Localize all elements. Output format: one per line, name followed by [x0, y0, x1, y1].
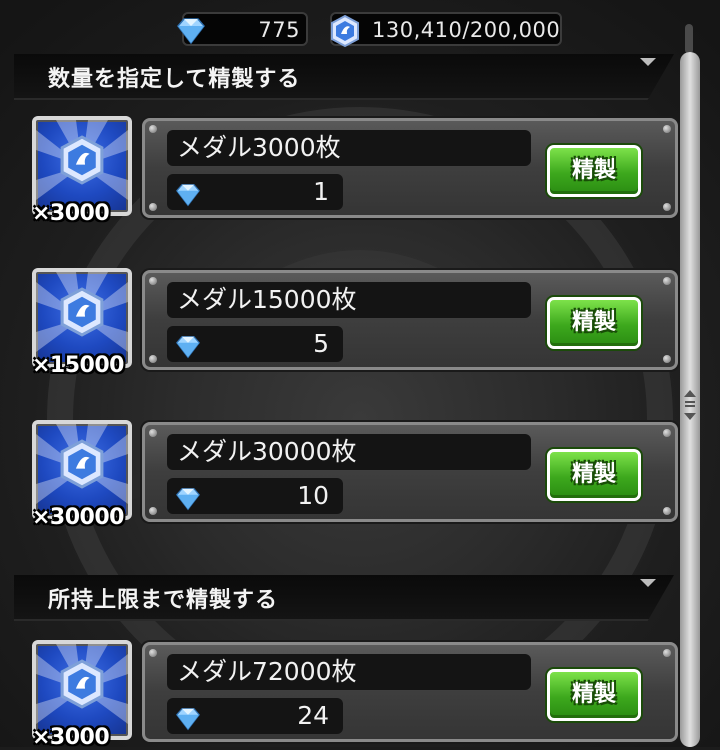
refine-button[interactable]: 精製 [547, 297, 641, 349]
medal-icon [60, 135, 104, 185]
item-cost: 10 [167, 478, 343, 514]
rivet [663, 125, 671, 133]
medal-item-tile: ×3000 [32, 640, 132, 750]
item-name: メダル3000枚 [167, 130, 531, 166]
rivet [149, 507, 157, 515]
diamond-icon [173, 181, 203, 217]
item-cost: 5 [167, 326, 343, 362]
medal-counter: 130,410/200,000 [330, 12, 562, 48]
item-panel: メダル3000枚 1 精製 [142, 118, 678, 218]
currency-bar: 775 130,410/200,000 [0, 0, 720, 52]
item-quantity-label: ×15000 [32, 353, 124, 378]
rivet [149, 203, 157, 211]
diamond-icon [173, 705, 203, 741]
rivet [663, 203, 671, 211]
rivet [663, 355, 671, 363]
medal-icon [60, 659, 104, 709]
rivet [149, 649, 157, 657]
item-cost-value: 24 [297, 701, 329, 730]
rivet [149, 355, 157, 363]
gem-counter: 775 [177, 12, 308, 46]
item-cost: 24 [167, 698, 343, 734]
item-cost-value: 10 [297, 481, 329, 510]
refine-button[interactable]: 精製 [547, 145, 641, 197]
scrollbar-cap [685, 24, 693, 54]
medal-icon [60, 439, 104, 489]
item-panel: メダル72000枚 24 精製 [142, 642, 678, 742]
refine-button[interactable]: 精製 [547, 449, 641, 501]
rivet [663, 429, 671, 437]
item-name: メダル72000枚 [167, 654, 531, 690]
rivet [663, 507, 671, 515]
section-header-refine-to-limit: 所持上限まで精製する [14, 575, 674, 621]
section-title: 数量を指定して精製する [48, 67, 301, 92]
list-item: ×3000 メダル3000枚 1 精製 [0, 116, 680, 226]
list-item: ×30000 メダル30000枚 10 精製 [0, 420, 680, 530]
rivet [149, 277, 157, 285]
medal-item-tile: ×30000 [32, 420, 132, 530]
header-corner-marker [640, 579, 656, 587]
rivet [149, 429, 157, 437]
refine-button[interactable]: 精製 [547, 669, 641, 721]
item-name: メダル30000枚 [167, 434, 531, 470]
diamond-icon [173, 485, 203, 521]
scroll-grip-icon [683, 390, 697, 420]
medal-count: 130,410/200,000 [372, 18, 561, 42]
medal-item-tile: ×15000 [32, 268, 132, 378]
section-header-specify-quantity: 数量を指定して精製する [14, 54, 674, 100]
medal-icon [328, 14, 362, 58]
item-quantity-label: ×3000 [32, 725, 110, 750]
item-quantity-label: ×3000 [32, 201, 110, 226]
header-corner-marker [640, 58, 656, 66]
item-panel: メダル30000枚 10 精製 [142, 422, 678, 522]
item-cost: 1 [167, 174, 343, 210]
item-panel: メダル15000枚 5 精製 [142, 270, 678, 370]
item-cost-value: 1 [313, 177, 329, 206]
diamond-icon [174, 17, 208, 55]
rivet [663, 649, 671, 657]
list-item: ×15000 メダル15000枚 5 精製 [0, 268, 680, 378]
diamond-icon [173, 333, 203, 369]
medal-item-tile: ×3000 [32, 116, 132, 226]
gem-count: 775 [258, 18, 300, 42]
item-quantity-label: ×30000 [32, 505, 124, 530]
rivet [663, 277, 671, 285]
list-item: ×3000 メダル72000枚 24 精製 [0, 640, 680, 750]
section-title: 所持上限まで精製する [48, 588, 279, 613]
item-name: メダル15000枚 [167, 282, 531, 318]
rivet [149, 125, 157, 133]
item-cost-value: 5 [313, 329, 329, 358]
medal-icon [60, 287, 104, 337]
